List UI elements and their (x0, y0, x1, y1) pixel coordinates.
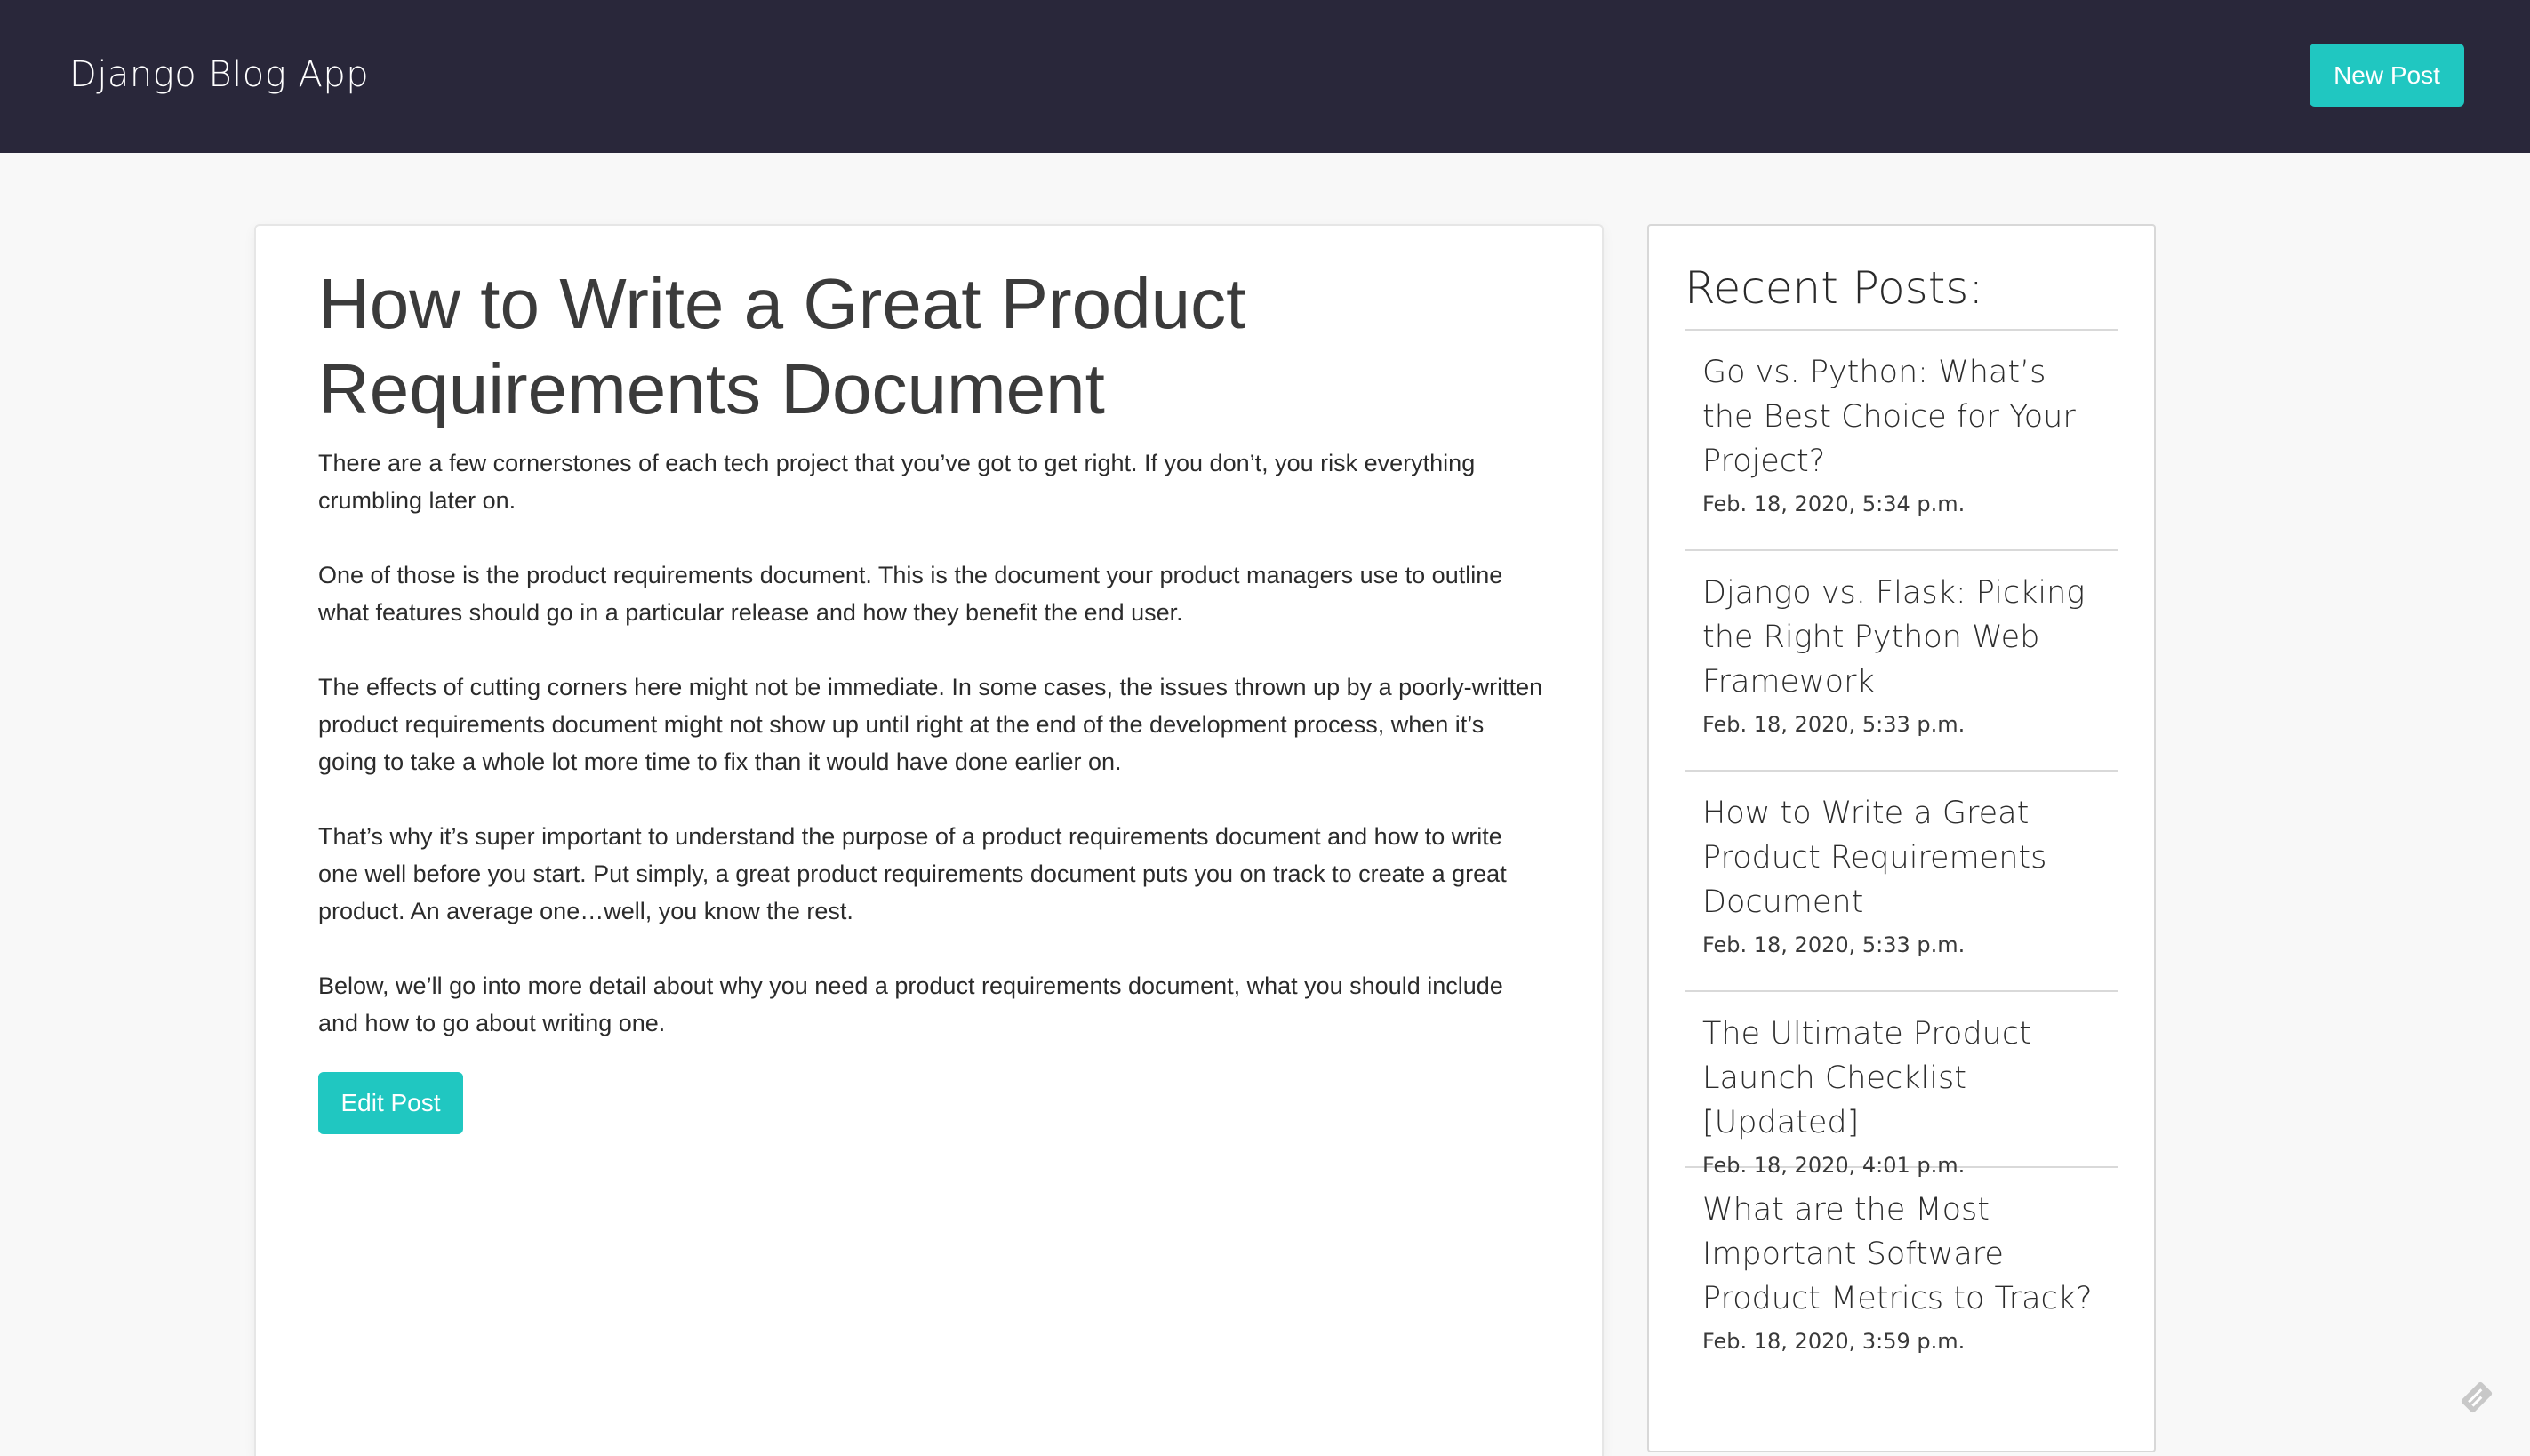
recent-post-item[interactable]: How to Write a Great Product Requirement… (1685, 770, 2118, 990)
brand-link[interactable]: Django Blog App (69, 50, 369, 100)
recent-post-title[interactable]: Go vs. Python: What’s the Best Choice fo… (1702, 350, 2101, 484)
post-card: How to Write a Great Product Requirement… (254, 224, 1604, 1456)
post-paragraph: That’s why it’s super important to under… (318, 823, 1507, 924)
recent-post-item[interactable]: What are the Most Important Software Pro… (1685, 1166, 2118, 1387)
recent-post-title[interactable]: What are the Most Important Software Pro… (1702, 1188, 2101, 1321)
recent-posts-list: Go vs. Python: What’s the Best Choice fo… (1685, 329, 2118, 1387)
recent-post-title[interactable]: The Ultimate Product Launch Checklist [U… (1702, 1012, 2101, 1145)
edit-post-button[interactable]: Edit Post (318, 1072, 463, 1134)
post-body: There are a few cornerstones of each tec… (318, 444, 1545, 1079)
recent-post-item[interactable]: Go vs. Python: What’s the Best Choice fo… (1685, 329, 2118, 549)
post-paragraph: There are a few cornerstones of each tec… (318, 450, 1476, 514)
post-paragraph: Below, we’ll go into more detail about w… (318, 972, 1503, 1036)
recent-post-date: Feb. 18, 2020, 5:33 p.m. (1702, 712, 1966, 737)
feedback-icon[interactable] (2455, 1376, 2498, 1419)
recent-post-date: Feb. 18, 2020, 5:33 p.m. (1702, 932, 1966, 957)
new-post-button[interactable]: New Post (2310, 44, 2464, 107)
recent-post-item[interactable]: Django vs. Flask: Picking the Right Pyth… (1685, 549, 2118, 770)
navbar: Django Blog App New Post (0, 0, 2530, 153)
sidebar-title: Recent Posts: (1685, 262, 1984, 314)
post-paragraph: The effects of cutting corners here migh… (318, 674, 1543, 775)
recent-post-title[interactable]: How to Write a Great Product Requirement… (1702, 791, 2101, 924)
recent-post-date: Feb. 18, 2020, 3:59 p.m. (1702, 1329, 1966, 1354)
recent-post-title[interactable]: Django vs. Flask: Picking the Right Pyth… (1702, 571, 2101, 704)
recent-posts-sidebar: Recent Posts: Go vs. Python: What’s the … (1647, 224, 2156, 1452)
recent-post-item[interactable]: The Ultimate Product Launch Checklist [U… (1685, 990, 2118, 1178)
post-title: How to Write a Great Product Requirement… (318, 264, 1246, 428)
post-paragraph: One of those is the product requirements… (318, 562, 1503, 626)
recent-post-date: Feb. 18, 2020, 5:34 p.m. (1702, 492, 1966, 516)
